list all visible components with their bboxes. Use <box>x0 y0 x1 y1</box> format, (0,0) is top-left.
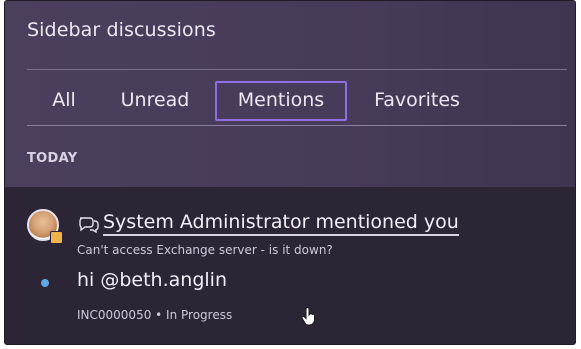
tab-all[interactable]: All <box>43 81 85 119</box>
panel-header: Sidebar discussions All Unread Mentions … <box>5 1 575 187</box>
item-subtitle: Can't access Exchange server - is it dow… <box>77 243 333 257</box>
tab-unread[interactable]: Unread <box>109 81 201 119</box>
panel-title: Sidebar discussions <box>27 19 216 41</box>
header-divider <box>27 69 567 70</box>
avatar-status-badge <box>50 231 63 244</box>
tabs-divider <box>27 125 567 126</box>
item-message: hi @beth.anglin <box>77 269 227 291</box>
sidebar-discussions-panel: Sidebar discussions All Unread Mentions … <box>4 0 576 345</box>
mention-icon <box>79 217 99 233</box>
item-meta: INC0000050 • In Progress <box>77 308 233 322</box>
unread-dot <box>41 279 49 287</box>
tab-favorites[interactable]: Favorites <box>359 81 475 119</box>
item-title-link[interactable]: System Administrator mentioned you <box>103 211 459 236</box>
tab-bar: All Unread Mentions Favorites <box>5 81 575 121</box>
list-item[interactable]: System Administrator mentioned you Can't… <box>5 187 575 344</box>
section-label: TODAY <box>27 151 78 166</box>
tab-mentions[interactable]: Mentions <box>215 81 347 121</box>
hand-cursor-icon <box>301 307 315 326</box>
